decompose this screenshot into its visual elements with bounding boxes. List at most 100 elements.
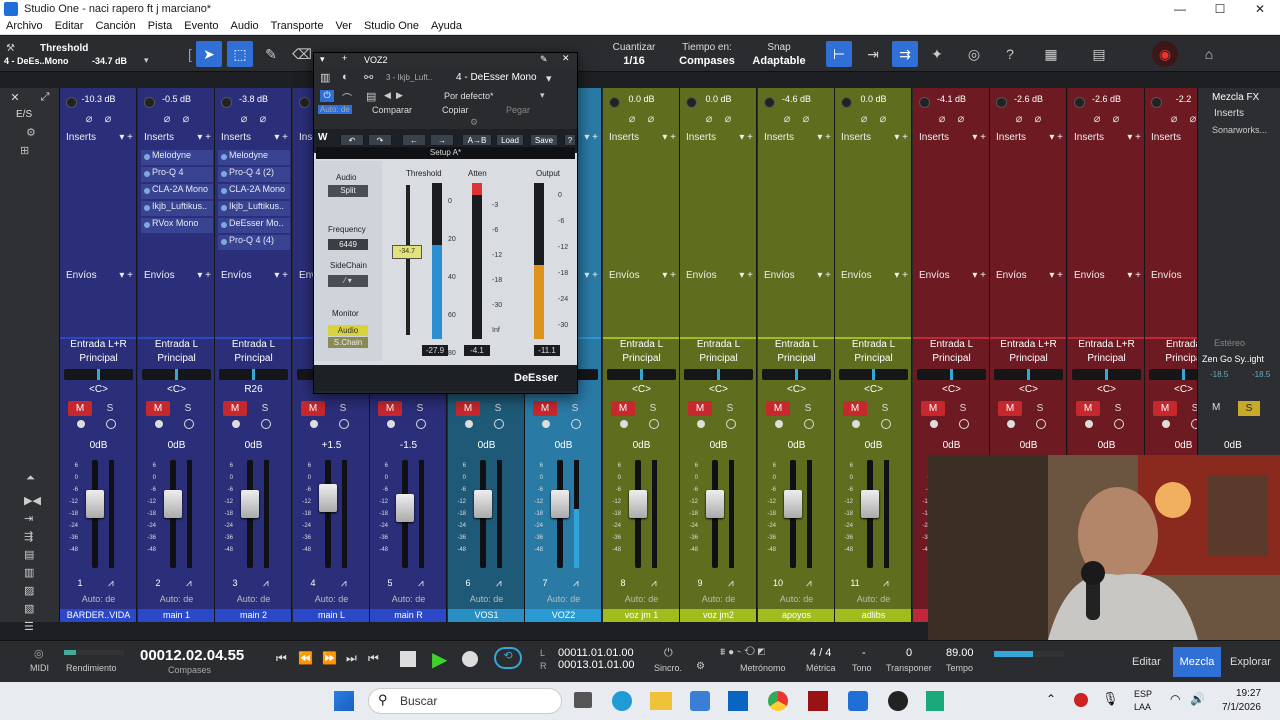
phase-icon[interactable]: ⌀ ⌀ — [835, 112, 911, 126]
volume-fader[interactable] — [241, 490, 259, 518]
channel-name[interactable]: apoyos — [758, 609, 834, 622]
plugin-gear-icon[interactable]: ⚙ — [470, 117, 478, 128]
add-send-icon[interactable]: ▾ + — [1127, 270, 1141, 281]
solo-button[interactable]: S — [951, 401, 975, 416]
waveform-icon[interactable]: ⩘ — [108, 578, 114, 589]
sends-header[interactable]: Envíos ▾ + — [603, 270, 679, 284]
param-value[interactable]: -34.7 dB — [92, 56, 127, 66]
plugin-preset-dropdown-icon[interactable]: ▾ — [540, 90, 545, 101]
pan-slider[interactable] — [762, 369, 831, 380]
pan-value[interactable]: <C> — [1068, 384, 1144, 396]
taskview-icon[interactable] — [574, 692, 592, 708]
waveform-icon[interactable]: ⩘ — [263, 578, 269, 589]
pan-value[interactable]: <C> — [990, 384, 1066, 396]
snap-grid-icon[interactable]: ⊢ — [826, 41, 852, 67]
phase-icon[interactable]: ⌀ ⌀ — [60, 112, 136, 126]
insert-slot[interactable]: DeEsser Mo.. — [218, 218, 290, 233]
input-select[interactable]: Entrada L — [758, 337, 834, 351]
volume-value[interactable]: 0dB — [990, 440, 1066, 452]
waveform-icon[interactable]: ⩘ — [418, 578, 424, 589]
notes-icon[interactable] — [926, 691, 944, 711]
inserts-header[interactable]: Inserts ▾ + — [680, 132, 756, 146]
record-arm-button[interactable] — [775, 420, 783, 428]
volume-value[interactable]: -1.5 — [370, 440, 446, 452]
master-insert-slot[interactable]: Sonarworks... — [1212, 125, 1267, 135]
menu-item-0[interactable]: Archivo — [6, 20, 43, 32]
solo-button[interactable]: S — [176, 401, 200, 416]
param-dropdown-icon[interactable]: ▾ — [144, 55, 149, 66]
key-value[interactable]: - — [862, 647, 866, 659]
pan-slider[interactable] — [219, 369, 288, 380]
monitor-button[interactable] — [1036, 419, 1046, 429]
sidechain-select[interactable]: ⁄ ▾ — [328, 275, 368, 287]
monitor-button[interactable] — [261, 419, 271, 429]
phase-icon[interactable]: ⌀ ⌀ — [138, 112, 214, 126]
automation-mode[interactable]: Auto: de — [215, 594, 291, 606]
mute-button[interactable]: M — [921, 401, 945, 416]
inserts-header[interactable]: Inserts ▾ + — [215, 132, 291, 146]
add-send-icon[interactable]: ▾ + — [972, 270, 986, 281]
menu-item-9[interactable]: Ayuda — [431, 20, 462, 32]
plugin-copy-button[interactable]: Copiar — [442, 105, 469, 115]
input-select[interactable]: Entrada L+R — [990, 337, 1066, 351]
output-select[interactable]: Principal — [603, 353, 679, 367]
plugin-compare-button[interactable]: Comparar — [372, 105, 412, 115]
channel-name[interactable]: VOS1 — [448, 609, 524, 622]
inserts-header[interactable]: Inserts ▾ + — [913, 132, 989, 146]
return-start-icon[interactable]: ⏮ — [368, 651, 379, 666]
menu-item-1[interactable]: Editar — [55, 20, 84, 32]
menu-item-2[interactable]: Canción — [95, 20, 135, 32]
automation-mode[interactable]: Auto: de — [293, 594, 369, 606]
waveform-icon[interactable]: ⩘ — [186, 578, 192, 589]
pan-slider[interactable] — [684, 369, 753, 380]
midi-icon[interactable]: ◎ — [34, 647, 44, 660]
channel-name[interactable]: voz jm 1 — [603, 609, 679, 622]
add-send-icon[interactable]: ▾ + — [119, 270, 133, 281]
add-send-icon[interactable]: ▾ + — [817, 270, 831, 281]
input-gain[interactable]: -3.8 dB — [219, 94, 288, 108]
snap-value[interactable]: Adaptable — [748, 55, 810, 67]
sync-icon[interactable]: ⏻ — [664, 647, 673, 660]
pan-value[interactable]: <C> — [680, 384, 756, 396]
automation-mode[interactable]: Auto: de — [680, 594, 756, 606]
outlook-icon[interactable] — [728, 691, 748, 711]
volume-value[interactable]: 0dB — [913, 440, 989, 452]
pan-value[interactable]: <C> — [835, 384, 911, 396]
nav-icon-2[interactable]: ⇥ — [24, 512, 33, 525]
add-send-icon[interactable]: ▾ + — [662, 270, 676, 281]
pan-slider[interactable] — [1072, 369, 1141, 380]
pan-value[interactable]: <C> — [758, 384, 834, 396]
plugin-insert-source[interactable]: 3 - Ikjb_Luft.. — [386, 73, 432, 82]
monitor-button[interactable] — [571, 419, 581, 429]
insert-slot[interactable]: RVox Mono — [141, 218, 213, 233]
inserts-header[interactable]: Inserts ▾ + — [758, 132, 834, 146]
menu-item-3[interactable]: Pista — [148, 20, 172, 32]
inserts-header[interactable]: Inserts ▾ + — [990, 132, 1066, 146]
plugin-help-button[interactable]: ? — [564, 134, 576, 146]
monitor-button[interactable] — [881, 419, 891, 429]
inserts-header[interactable]: Inserts ▾ + — [835, 132, 911, 146]
meter-value[interactable]: 4 / 4 — [810, 647, 831, 659]
waveform-icon[interactable]: ⩘ — [496, 578, 502, 589]
waveform-icon[interactable]: ⩘ — [341, 578, 347, 589]
monitor-audio-button[interactable]: Audio — [328, 325, 368, 336]
output-select[interactable]: Principal — [60, 353, 136, 367]
solo-button[interactable]: S — [486, 401, 510, 416]
setup-prev-button[interactable]: ← — [402, 134, 426, 146]
output-select[interactable]: Principal — [913, 353, 989, 367]
input-select[interactable]: Entrada L — [603, 337, 679, 351]
input-gain[interactable]: 0.0 dB — [839, 94, 908, 108]
phase-icon[interactable]: ⌀ ⌀ — [913, 112, 989, 126]
input-gain[interactable]: -0.5 dB — [142, 94, 211, 108]
nav-icon-6[interactable]: ▧ — [24, 602, 34, 615]
add-insert-icon[interactable]: ▾ + — [274, 132, 288, 143]
automation-mode[interactable]: Auto: de — [835, 594, 911, 606]
waveform-icon[interactable]: ⩘ — [883, 578, 889, 589]
solo-button[interactable]: S — [1028, 401, 1052, 416]
mic-icon[interactable]: 🎙 — [1102, 691, 1119, 707]
ab-button[interactable]: A→B — [462, 134, 492, 146]
output-select[interactable]: Principal — [990, 353, 1066, 367]
record-arm-button[interactable] — [542, 420, 550, 428]
add-insert-icon[interactable]: ▾ + — [197, 132, 211, 143]
sends-header[interactable]: Envíos ▾ + — [758, 270, 834, 284]
